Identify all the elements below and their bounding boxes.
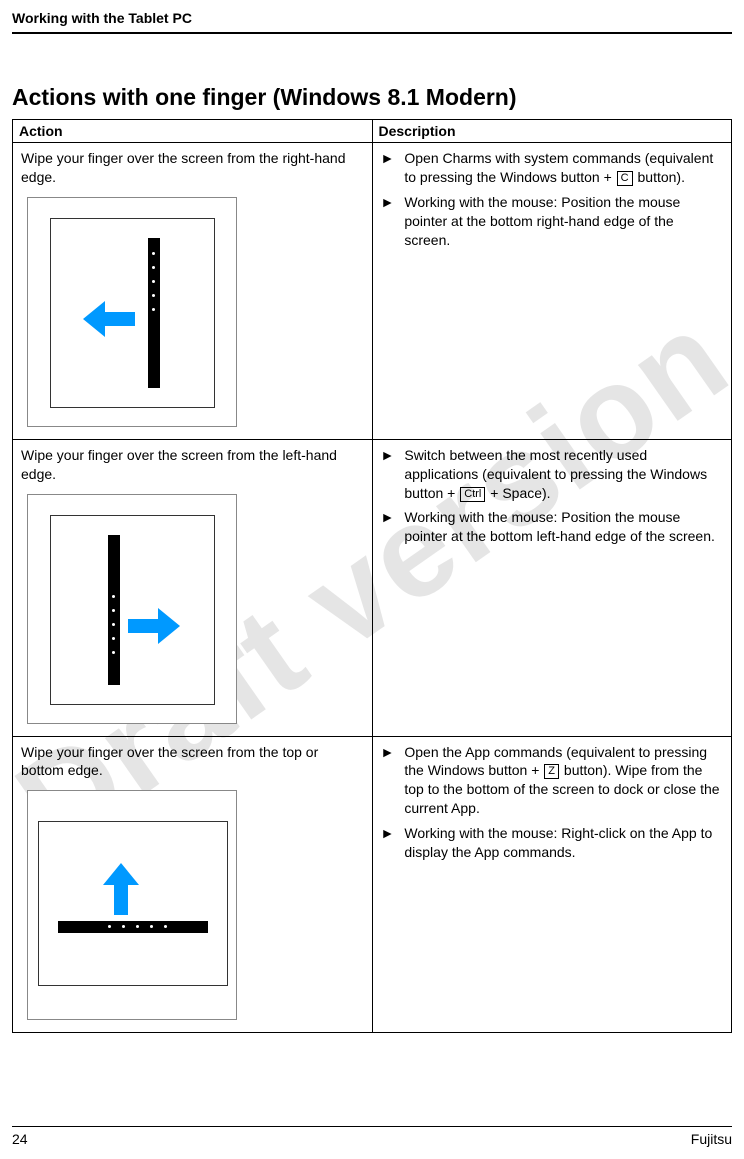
- bullet-marker-icon: ►: [381, 149, 395, 187]
- gesture-table: Action Description Wipe your finger over…: [12, 119, 732, 1033]
- bullet-marker-icon: ►: [381, 193, 395, 250]
- description-text: Switch between the most recently used ap…: [404, 446, 723, 503]
- description-item: ►Working with the mouse: Position the mo…: [381, 193, 724, 250]
- column-header-description: Description: [372, 120, 732, 143]
- page-footer: 24 Fujitsu: [12, 1126, 732, 1147]
- description-text: Working with the mouse: Position the mou…: [404, 508, 723, 546]
- page-number: 24: [12, 1131, 28, 1147]
- keyboard-key: C: [617, 171, 633, 186]
- bullet-marker-icon: ►: [381, 824, 395, 862]
- gesture-diagram-swipe-top-bottom: [27, 790, 237, 1020]
- action-text: Wipe your finger over the screen from th…: [21, 149, 364, 187]
- description-cell: ►Open the App commands (equivalent to pr…: [372, 736, 732, 1033]
- action-text: Wipe your finger over the screen from th…: [21, 446, 364, 484]
- header-rule: [12, 32, 732, 34]
- keyboard-key: Z: [544, 764, 559, 779]
- description-text: Working with the mouse: Right-click on t…: [404, 824, 723, 862]
- footer-brand: Fujitsu: [691, 1131, 732, 1147]
- description-item: ►Working with the mouse: Right-click on …: [381, 824, 724, 862]
- description-item: ►Working with the mouse: Position the mo…: [381, 508, 724, 546]
- table-row: Wipe your finger over the screen from th…: [13, 736, 732, 1033]
- gesture-diagram-swipe-left-edge: [27, 494, 237, 724]
- gesture-diagram-swipe-right-edge: [27, 197, 237, 427]
- description-text: Working with the mouse: Position the mou…: [404, 193, 723, 250]
- keyboard-key: Ctrl: [460, 487, 485, 502]
- action-cell: Wipe your finger over the screen from th…: [13, 439, 373, 736]
- section-heading: Actions with one finger (Windows 8.1 Mod…: [12, 84, 732, 111]
- description-cell: ►Open Charms with system commands (equiv…: [372, 143, 732, 440]
- bullet-marker-icon: ►: [381, 508, 395, 546]
- action-text: Wipe your finger over the screen from th…: [21, 743, 364, 781]
- bullet-marker-icon: ►: [381, 743, 395, 819]
- footer-rule: [12, 1126, 732, 1127]
- description-cell: ►Switch between the most recently used a…: [372, 439, 732, 736]
- description-text: Open Charms with system commands (equiva…: [404, 149, 723, 187]
- column-header-action: Action: [13, 120, 373, 143]
- action-cell: Wipe your finger over the screen from th…: [13, 736, 373, 1033]
- description-item: ►Switch between the most recently used a…: [381, 446, 724, 503]
- running-header: Working with the Tablet PC: [12, 10, 732, 32]
- table-row: Wipe your finger over the screen from th…: [13, 439, 732, 736]
- description-item: ►Open Charms with system commands (equiv…: [381, 149, 724, 187]
- action-cell: Wipe your finger over the screen from th…: [13, 143, 373, 440]
- table-row: Wipe your finger over the screen from th…: [13, 143, 732, 440]
- bullet-marker-icon: ►: [381, 446, 395, 503]
- description-item: ►Open the App commands (equivalent to pr…: [381, 743, 724, 819]
- description-text: Open the App commands (equivalent to pre…: [404, 743, 723, 819]
